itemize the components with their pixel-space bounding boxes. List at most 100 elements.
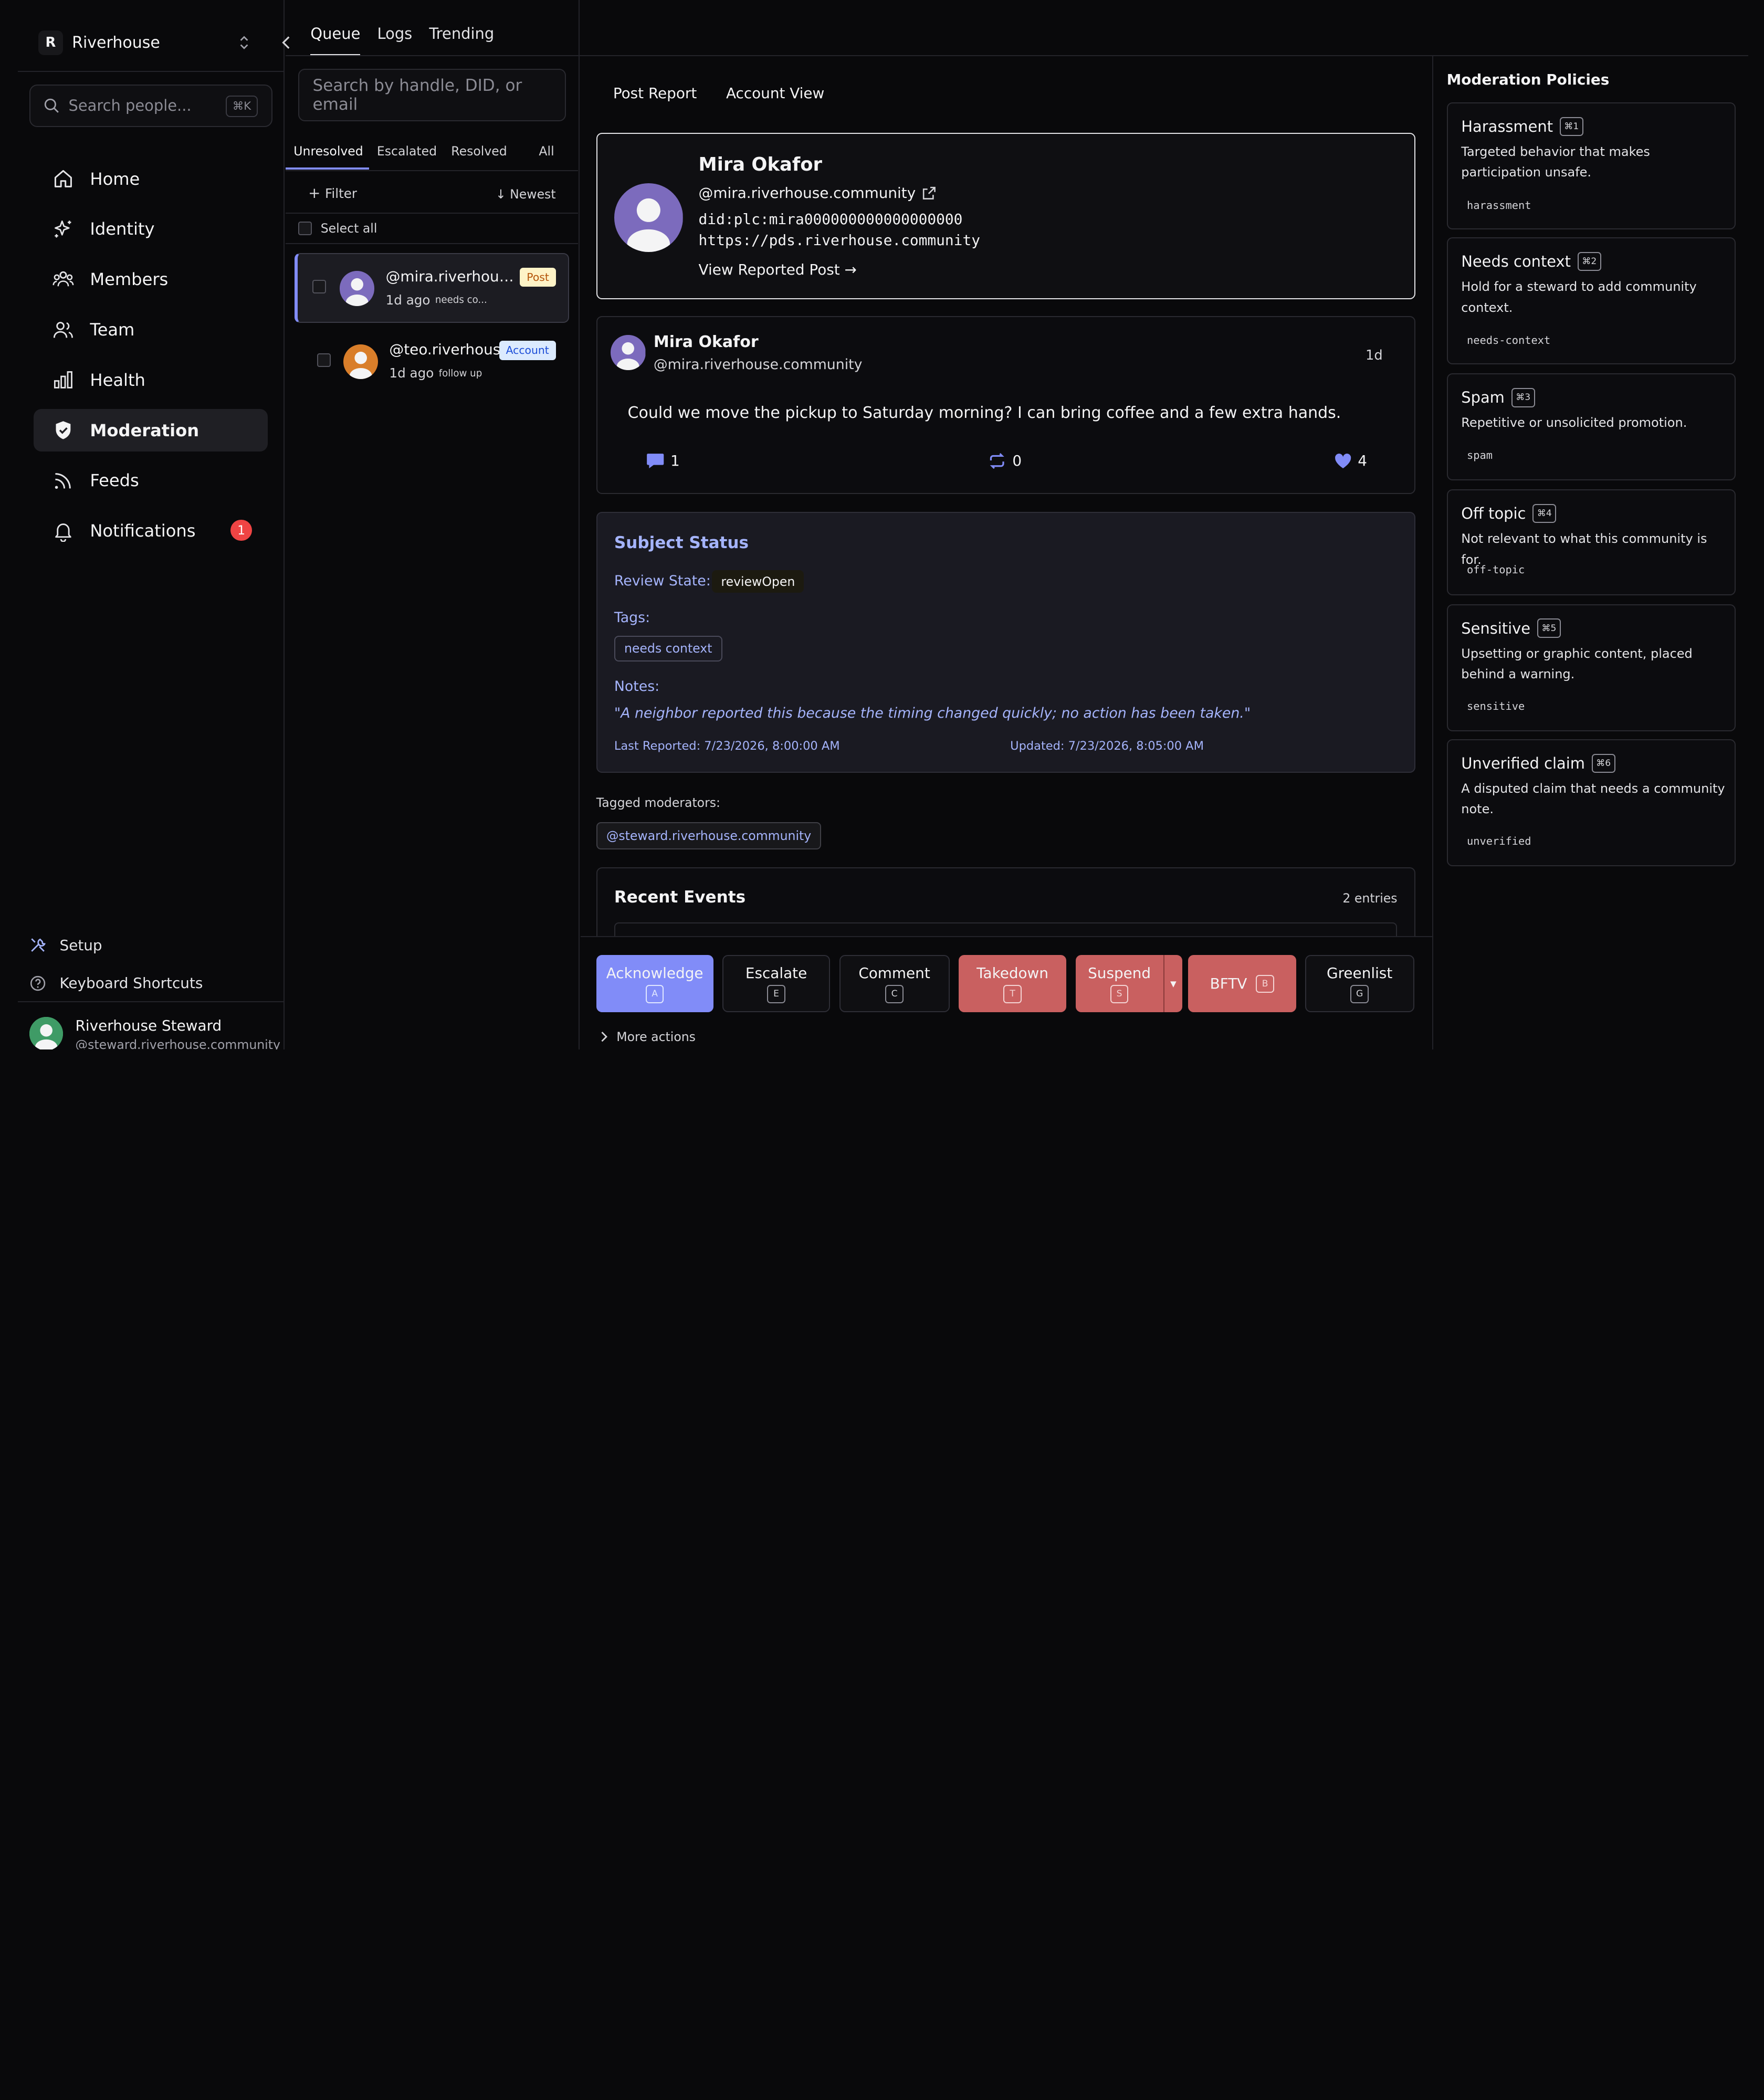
policy-shortcut: ⌘3 [1511,388,1535,407]
tags-label: Tags: [614,610,650,626]
action-label: Acknowledge [606,964,704,982]
search-people-input[interactable]: Search people... ⌘K [29,84,272,128]
post-likes: 4 [1334,452,1367,469]
acknowledge-button[interactable]: Acknowledge A [596,955,713,1013]
policy-card-unverified-claim[interactable]: Unverified claim ⌘6 A disputed claim that… [1446,739,1736,866]
queue-item[interactable]: @teo.riverhouse.community 1d ago follow … [295,328,569,397]
select-all-row[interactable]: Select all [286,214,579,244]
sidebar-item-moderation[interactable]: Moderation [34,408,268,452]
policy-card-harassment[interactable]: Harassment ⌘1 Targeted behavior that make… [1446,102,1736,230]
plus-icon: + [308,184,321,202]
profile-handle-link[interactable]: @mira.riverhouse.community [699,184,936,202]
queue-item[interactable]: @mira.riverhouse.community 1d ago needs … [295,253,570,323]
queue-search-input[interactable]: Search by handle, DID, or email [298,68,566,122]
action-shortcut: S [1110,985,1129,1003]
workspace-switcher[interactable]: R Riverhouse [38,29,290,56]
sidebar-item-home[interactable]: Home [34,158,268,200]
policy-name: Unverified claim [1461,754,1585,772]
escalate-button[interactable]: Escalate E [722,955,831,1013]
policy-shortcut: ⌘2 [1577,251,1601,271]
sidebar-item-team[interactable]: Team [34,308,268,351]
queue-item-type-badge: Account [499,341,556,360]
keyboard-shortcuts-label: Keyboard Shortcuts [59,974,203,992]
sort-newest-button[interactable]: ↓ Newest [496,187,556,202]
reported-post-card: Mira Okafor @mira.riverhouse.community 1… [596,316,1415,494]
policy-shortcut: ⌘6 [1591,753,1615,773]
post-author-name: Mira Okafor [653,333,759,352]
post-time: 1d [1366,347,1383,363]
action-label: Takedown [976,964,1048,982]
wrench-screwdriver-icon [31,938,46,952]
queue-item-checkbox[interactable] [317,353,331,367]
more-actions-toggle[interactable]: More actions [598,1030,696,1044]
sidebar-item-label: Team [90,320,135,340]
policy-code: off-topic [1466,563,1525,576]
notes-label: Notes: [614,678,660,695]
sidebar: R Riverhouse Search people... ⌘K Home Id… [18,0,290,1050]
sidebar-item-health[interactable]: Health [34,359,268,401]
post-reposts: 0 [988,452,1022,469]
tab-resolved[interactable]: Resolved [451,144,507,159]
suspend-options-dropdown[interactable]: ▼ [1163,955,1183,1013]
sparkles-icon [54,220,71,238]
action-shortcut: T [1003,985,1022,1003]
subject-status-card: Subject Status Review State: reviewOpen … [596,512,1415,773]
sidebar-footer: Setup Keyboard Shortcuts [29,929,277,1006]
tab-unresolved[interactable]: Unresolved [293,144,363,159]
sidebar-item-label: Identity [90,219,155,239]
policy-name: Needs context [1461,253,1571,271]
policy-shortcut: ⌘4 [1532,503,1557,523]
team-icon [53,321,73,338]
filter-row: + Filter ↓ Newest [286,171,579,214]
sidebar-item-members[interactable]: Members [34,258,268,301]
action-bar: Acknowledge A Escalate E Comment C Taked… [580,936,1432,1050]
tab-logs[interactable]: Logs [377,25,413,56]
keyboard-shortcuts-link[interactable]: Keyboard Shortcuts [29,968,277,999]
takedown-button[interactable]: Takedown T [958,955,1067,1013]
policy-card-sensitive[interactable]: Sensitive ⌘5 Upsetting or graphic content… [1446,604,1736,731]
profile-pds: https://pds.riverhouse.community [698,232,980,249]
tab-post-report[interactable]: Post Report [613,85,697,102]
home-icon [54,170,72,188]
heart-icon [1335,453,1351,468]
bftv-button[interactable]: BFTV B [1188,955,1296,1013]
tab-escalated[interactable]: Escalated [377,144,437,159]
tab-account-view[interactable]: Account View [726,85,824,102]
comment-button[interactable]: Comment C [839,955,950,1013]
queue-item-tag: follow up [438,368,482,379]
tagged-moderator-chip[interactable]: @steward.riverhouse.community [596,822,822,849]
profile-name: Mira Okafor [698,154,822,176]
tab-queue[interactable]: Queue [310,25,361,57]
sidebar-item-feeds[interactable]: Feeds [34,459,268,502]
divider [18,1001,285,1003]
setup-link[interactable]: Setup [29,929,277,961]
queue-panel: Queue Logs Trending Search by handle, DI… [286,0,580,1050]
policy-description: Upsetting or graphic content, placed beh… [1461,646,1693,682]
policy-card-spam[interactable]: Spam ⌘3 Repetitive or unsolicited promoti… [1446,373,1736,480]
policy-name: Off topic [1461,505,1526,523]
current-user[interactable]: Riverhouse Steward @steward.riverhouse.c… [29,1013,284,1050]
tagged-moderators-label: Tagged moderators: [596,795,720,810]
tab-all[interactable]: All [539,144,554,159]
policy-description: Targeted behavior that makes participati… [1461,144,1650,180]
avatar [339,271,375,306]
select-all-checkbox[interactable] [298,222,312,235]
queue-item-checkbox[interactable] [312,280,326,294]
policy-name-row: Needs context ⌘2 [1461,251,1601,271]
view-reported-post-link[interactable]: View Reported Post → [699,261,857,278]
policy-description: Repetitive or unsolicited promotion. [1461,415,1687,430]
policy-card-needs-context[interactable]: Needs context ⌘2 Hold for a steward to ad… [1446,237,1736,365]
greenlist-button[interactable]: Greenlist G [1305,955,1414,1013]
chevrons-up-down-icon[interactable] [236,34,252,51]
action-shortcut: B [1256,974,1274,993]
policy-card-off-topic[interactable]: Off topic ⌘4 Not relevant to what this co… [1446,489,1736,595]
suspend-button[interactable]: Suspend S [1075,955,1163,1013]
sidebar-item-notifications[interactable]: Notifications 1 [34,509,268,552]
comment-icon [646,453,664,468]
post-likes-count: 4 [1358,452,1367,470]
tab-trending[interactable]: Trending [429,25,494,56]
action-label: Comment [858,964,930,982]
tag-chip[interactable]: needs context [614,635,722,662]
sidebar-item-identity[interactable]: Identity [34,208,268,250]
filter-button[interactable]: + Filter [308,184,357,202]
